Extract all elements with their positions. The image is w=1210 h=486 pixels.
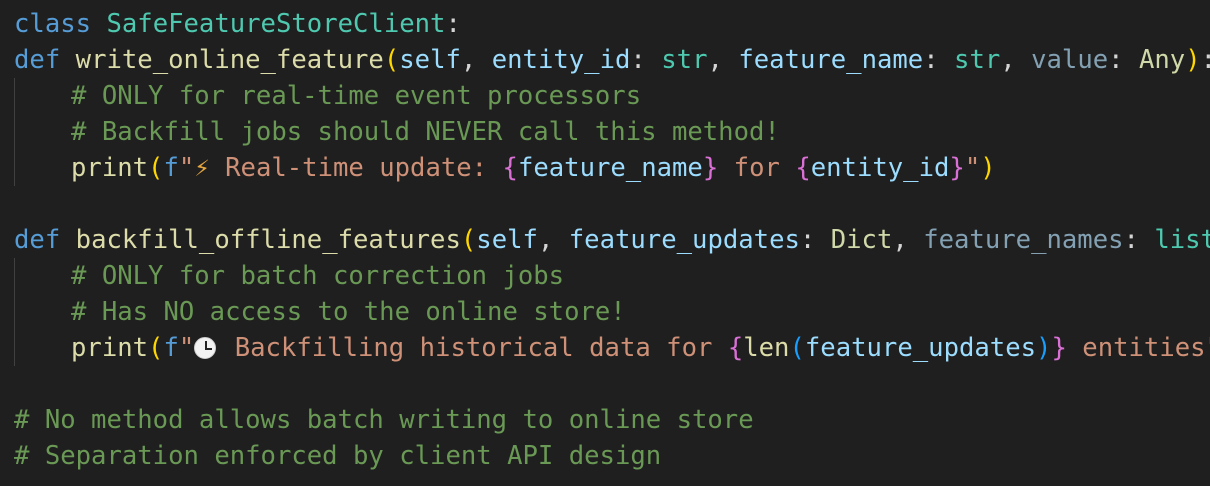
clock-icon <box>194 337 217 359</box>
brace-open: { <box>795 153 811 183</box>
code-line-7: def backfill_offline_features(self, feat… <box>0 222 1210 258</box>
type-dict: Dict <box>830 225 893 255</box>
param-feature-name: feature_name <box>738 45 924 75</box>
fstring-prefix: f <box>163 333 179 363</box>
paren-open: ( <box>148 153 164 183</box>
string-text: Backfilling historical data for <box>219 333 728 363</box>
code-line-13: # Separation enforced by client API desi… <box>0 438 1210 474</box>
comma: , <box>460 45 492 75</box>
colon: : <box>1108 45 1139 75</box>
class-name: SafeFeatureStoreClient <box>106 9 446 39</box>
comment: # ONLY for real-time event processors <box>71 81 642 111</box>
paren-open: ( <box>460 225 477 255</box>
indent-guide <box>14 330 15 366</box>
code-line-1: class SafeFeatureStoreClient: <box>0 6 1210 42</box>
code-line-3: # ONLY for real-time event processors <box>0 78 1210 114</box>
comma: , <box>892 225 924 255</box>
colon: : <box>799 225 831 255</box>
keyword-def: def <box>14 45 61 75</box>
colon: : <box>630 45 662 75</box>
param-entity-id: entity_id <box>491 45 631 75</box>
indent-guide <box>14 78 15 114</box>
string-text: Real-time update: <box>209 153 503 183</box>
comment: # No method allows batch writing to onli… <box>14 405 754 435</box>
paren-close: ) <box>1036 333 1052 363</box>
code-line-12: # No method allows batch writing to onli… <box>0 402 1210 438</box>
brace-close: } <box>949 153 965 183</box>
lightning-icon: ⚡ <box>194 153 210 183</box>
string-quote: " <box>1206 333 1210 363</box>
string-quote: " <box>178 153 195 183</box>
colon: : <box>445 9 461 39</box>
code-line-10: print(f" Backfilling historical data for… <box>0 330 1210 366</box>
string-quote: " <box>178 333 195 363</box>
builtin-print: print <box>71 333 149 363</box>
paren-open: ( <box>789 333 805 363</box>
param-self: self <box>476 225 538 255</box>
param-self: self <box>399 45 461 75</box>
fstring-prefix: f <box>163 153 179 183</box>
indent-guide <box>14 258 15 294</box>
comment: # Backfill jobs should NEVER call this m… <box>71 117 780 147</box>
string-text: for <box>718 153 796 183</box>
comma: , <box>707 45 739 75</box>
indent-guide <box>14 114 15 150</box>
colon: : <box>1201 45 1210 75</box>
type-any: Any <box>1138 45 1186 75</box>
var-feature-updates: feature_updates <box>804 333 1037 363</box>
type-str: str <box>661 45 708 75</box>
string-text: entities <box>1066 333 1206 363</box>
code-line-5: print(f"⚡ Real-time update: {feature_nam… <box>0 150 1210 186</box>
brace-open: { <box>502 153 518 183</box>
param-feature-updates: feature_updates <box>568 225 800 255</box>
colon: : <box>923 45 955 75</box>
var-entity-id: entity_id <box>810 153 950 183</box>
brace-open: { <box>727 333 744 363</box>
type-str: str <box>954 45 1001 75</box>
builtin-print: print <box>71 153 149 183</box>
colon: : <box>1123 225 1155 255</box>
keyword-def: def <box>14 225 61 255</box>
paren-open: ( <box>383 45 400 75</box>
code-line-9: # Has NO access to the online store! <box>0 294 1210 330</box>
function-name: backfill_offline_features <box>75 225 461 255</box>
comma: , <box>537 225 569 255</box>
brace-close: } <box>1051 333 1067 363</box>
indent-guide <box>14 150 15 186</box>
brace-close: } <box>702 153 719 183</box>
string-quote: " <box>964 153 981 183</box>
comment: # Has NO access to the online store! <box>71 297 626 327</box>
param-feature-names: feature_names <box>923 225 1124 255</box>
type-list: list <box>1154 225 1210 255</box>
paren-close: ) <box>1185 45 1201 75</box>
paren-open: ( <box>148 333 164 363</box>
var-feature-name: feature_name <box>517 153 703 183</box>
paren-close: ) <box>980 153 996 183</box>
code-line-4: # Backfill jobs should NEVER call this m… <box>0 114 1210 150</box>
indent-guide <box>14 294 15 330</box>
code-line-8: # ONLY for batch correction jobs <box>0 258 1210 294</box>
keyword-class: class <box>14 9 92 39</box>
comment: # ONLY for batch correction jobs <box>71 261 565 291</box>
comma: , <box>1000 45 1032 75</box>
function-name: write_online_feature <box>75 45 384 75</box>
builtin-len: len <box>743 333 790 363</box>
comment: # Separation enforced by client API desi… <box>14 441 662 471</box>
param-value: value <box>1031 45 1109 75</box>
code-line-2: def write_online_feature(self, entity_id… <box>0 42 1210 78</box>
code-editor[interactable]: class SafeFeatureStoreClient: def write_… <box>0 0 1210 486</box>
